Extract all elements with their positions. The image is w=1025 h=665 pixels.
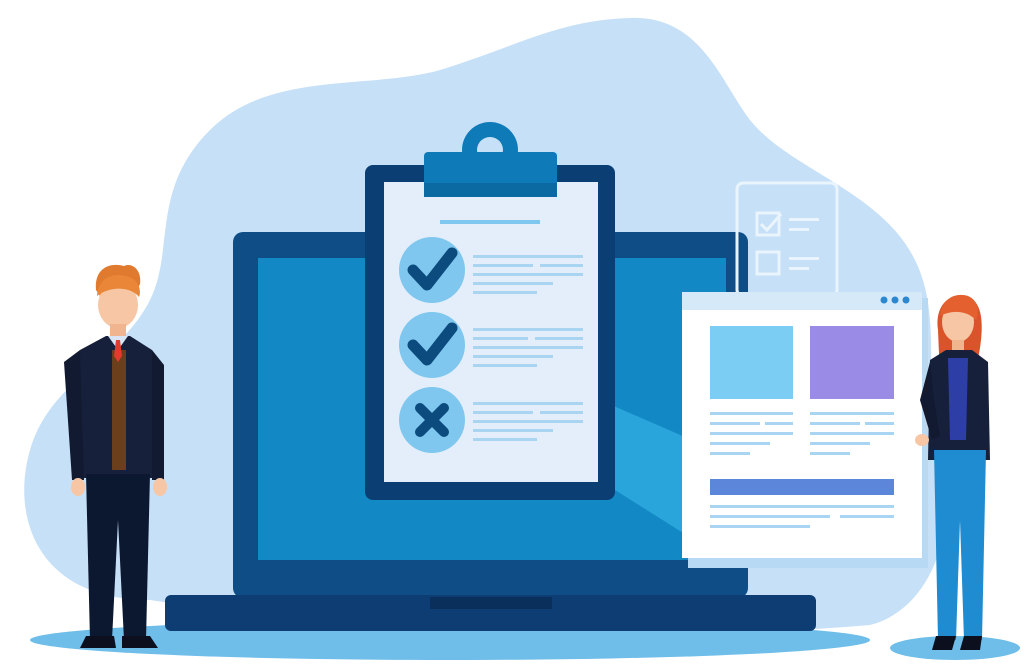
woman-top bbox=[948, 358, 968, 440]
woman-hand bbox=[915, 434, 929, 446]
clipboard bbox=[365, 122, 615, 500]
man-shoe-left bbox=[80, 636, 116, 648]
man-vest bbox=[112, 350, 126, 470]
checklist-illustration bbox=[24, 17, 1020, 660]
doc-tile-blue bbox=[710, 326, 793, 399]
man-hand-right bbox=[153, 478, 167, 496]
document-panel bbox=[682, 292, 928, 568]
woman-shoe-left bbox=[932, 636, 956, 650]
paper-title-line bbox=[440, 220, 540, 224]
task-line bbox=[789, 218, 819, 221]
woman-legs bbox=[934, 450, 986, 640]
doc-tile-purple bbox=[810, 326, 894, 399]
illustration-canvas bbox=[0, 0, 1025, 665]
man-hand-left bbox=[71, 478, 85, 496]
task-line bbox=[789, 228, 809, 231]
task-line bbox=[789, 267, 809, 270]
man-neck bbox=[110, 324, 126, 338]
window-dot-icon bbox=[880, 296, 888, 304]
doc-highlight-bar bbox=[710, 479, 894, 495]
window-dot-icon bbox=[902, 296, 910, 304]
laptop-notch bbox=[430, 597, 552, 609]
clipboard-clip-shade bbox=[424, 183, 557, 197]
man-arm-right bbox=[152, 350, 164, 480]
window-dot-icon bbox=[891, 296, 899, 304]
task-line bbox=[789, 257, 819, 260]
